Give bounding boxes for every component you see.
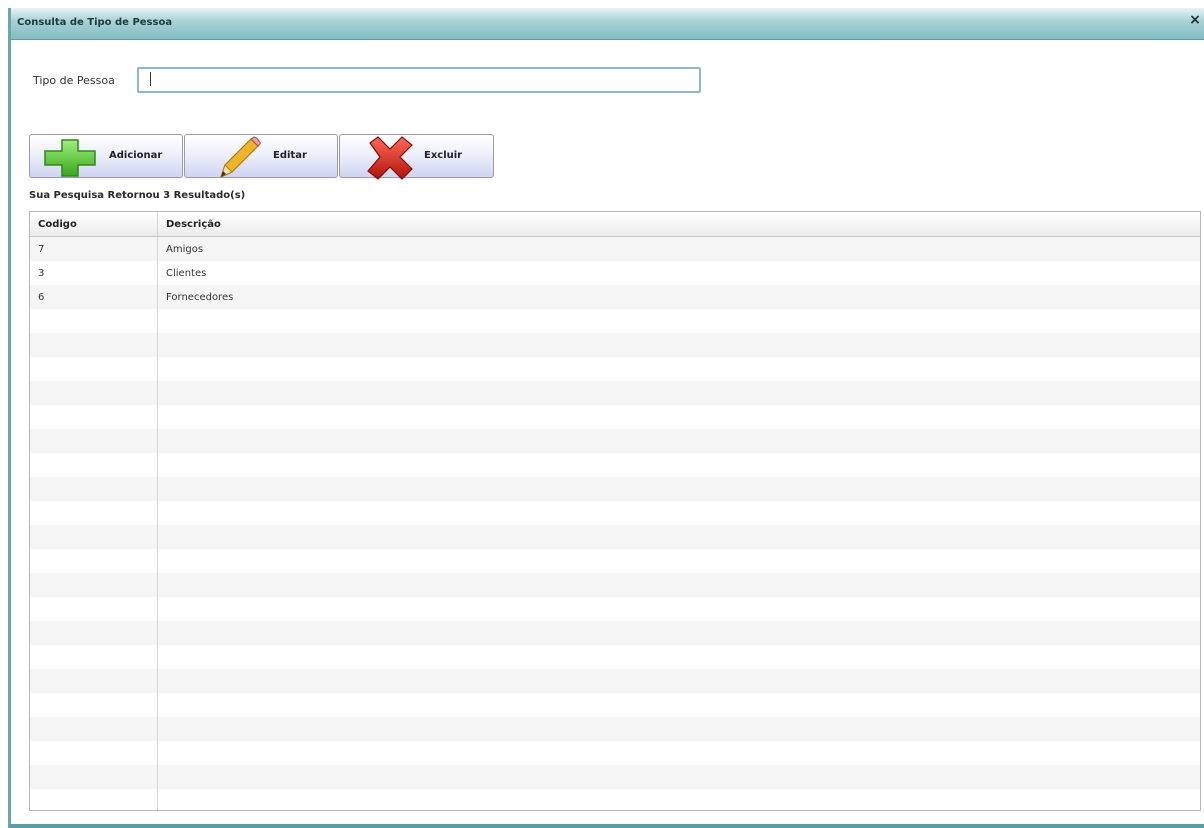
empty-cell (157, 741, 1200, 765)
empty-cell (30, 501, 158, 525)
table-row[interactable]: 6 Fornecedores (30, 285, 1200, 309)
empty-row (30, 669, 1200, 693)
empty-row (30, 549, 1200, 573)
empty-cell (30, 669, 158, 693)
empty-row (30, 309, 1200, 333)
empty-cell (30, 789, 158, 810)
empty-cell (30, 621, 158, 645)
empty-cell (157, 453, 1200, 477)
title-bar[interactable]: Consulta de Tipo de Pessoa × (11, 8, 1204, 40)
add-button[interactable]: Adicionar (29, 134, 183, 178)
cell-descricao: Amigos (157, 236, 1200, 261)
column-header-codigo[interactable]: Codigo (30, 212, 158, 237)
results-grid: Codigo Descrição 7 Amigos 3 Clientes 6 F… (29, 211, 1201, 811)
empty-cell (157, 597, 1200, 621)
empty-cell (30, 333, 158, 357)
empty-cell (30, 453, 158, 477)
empty-cell (30, 357, 158, 381)
empty-cell (157, 525, 1200, 549)
empty-cell (157, 621, 1200, 645)
empty-row (30, 477, 1200, 501)
empty-cell (157, 429, 1200, 453)
empty-cell (157, 357, 1200, 381)
empty-row (30, 765, 1200, 789)
empty-cell (157, 573, 1200, 597)
empty-row (30, 429, 1200, 453)
empty-row (30, 693, 1200, 717)
empty-cell (30, 693, 158, 717)
empty-cell (30, 597, 158, 621)
delete-button[interactable]: Excluir (339, 134, 494, 180)
empty-cell (30, 525, 158, 549)
empty-row (30, 741, 1200, 765)
empty-row (30, 645, 1200, 669)
cell-codigo: 7 (30, 236, 158, 261)
empty-row (30, 789, 1200, 810)
empty-cell (30, 645, 158, 669)
close-icon[interactable]: × (1188, 13, 1202, 27)
empty-cell (30, 477, 158, 501)
empty-row (30, 717, 1200, 741)
grid-header-row: Codigo Descrição (30, 212, 1200, 237)
x-icon (366, 135, 414, 185)
pencil-icon (215, 135, 261, 183)
empty-cell (157, 333, 1200, 357)
empty-cell (30, 741, 158, 765)
plus-icon (42, 137, 98, 181)
empty-cell (30, 405, 158, 429)
dialog-title: Consulta de Tipo de Pessoa (17, 17, 173, 28)
text-caret (150, 72, 151, 86)
cell-descricao: Clientes (157, 261, 1200, 285)
delete-button-label: Excluir (424, 150, 463, 161)
empty-row (30, 357, 1200, 381)
cell-codigo: 3 (30, 261, 158, 285)
empty-row (30, 405, 1200, 429)
empty-cell (157, 405, 1200, 429)
empty-cell (30, 309, 158, 333)
empty-cell (157, 717, 1200, 741)
empty-cell (157, 669, 1200, 693)
empty-cell (157, 549, 1200, 573)
empty-cell (157, 381, 1200, 405)
empty-cell (30, 549, 158, 573)
dialog-window: Consulta de Tipo de Pessoa × Tipo de Pes… (8, 8, 1204, 828)
empty-cell (157, 765, 1200, 789)
empty-cell (157, 309, 1200, 333)
empty-row (30, 333, 1200, 357)
empty-row (30, 597, 1200, 621)
cell-descricao: Fornecedores (157, 285, 1200, 309)
empty-row (30, 501, 1200, 525)
edit-button-label: Editar (273, 150, 307, 161)
empty-cell (157, 477, 1200, 501)
column-header-descricao[interactable]: Descrição (157, 212, 1200, 237)
empty-cell (157, 693, 1200, 717)
empty-row (30, 525, 1200, 549)
empty-row (30, 573, 1200, 597)
tipo-pessoa-input[interactable] (137, 67, 701, 93)
empty-cell (30, 429, 158, 453)
empty-cell (157, 501, 1200, 525)
empty-cell (30, 717, 158, 741)
result-summary: Sua Pesquisa Retornou 3 Resultado(s) (29, 190, 246, 201)
table-row[interactable]: 3 Clientes (30, 261, 1200, 285)
add-button-label: Adicionar (109, 150, 163, 161)
empty-cell (30, 765, 158, 789)
empty-row (30, 453, 1200, 477)
tipo-pessoa-label: Tipo de Pessoa (33, 74, 115, 87)
empty-cell (157, 645, 1200, 669)
empty-row (30, 621, 1200, 645)
empty-row (30, 381, 1200, 405)
cell-codigo: 6 (30, 285, 158, 309)
empty-cell (30, 573, 158, 597)
empty-cell (157, 789, 1200, 810)
table-row[interactable]: 7 Amigos (30, 236, 1200, 261)
empty-cell (30, 381, 158, 405)
edit-button[interactable]: Editar (184, 134, 338, 179)
